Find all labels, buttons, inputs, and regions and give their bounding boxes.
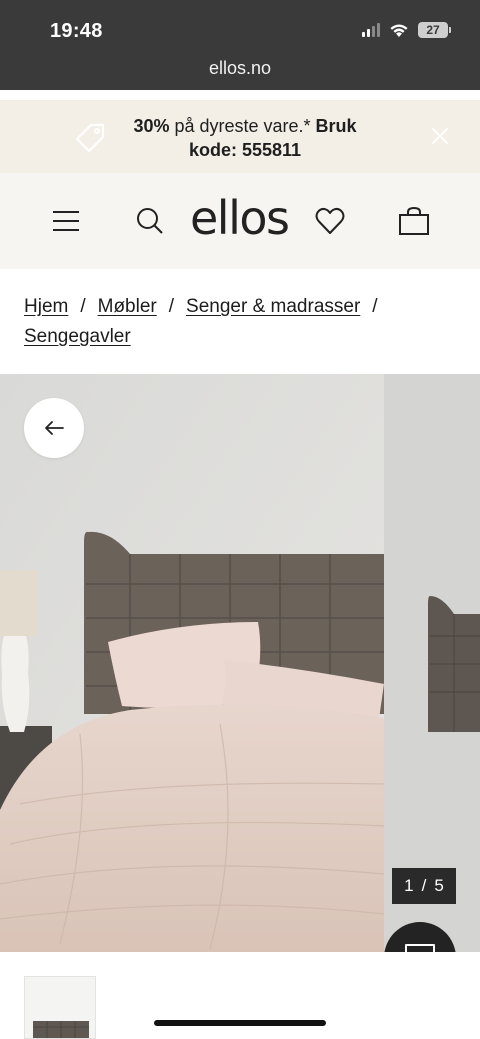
- promo-discount: 30%: [133, 116, 170, 136]
- breadcrumb-separator: /: [372, 296, 378, 317]
- browser-top-bar: 19:48 27 ellos.no: [0, 0, 480, 90]
- image-counter: 1 / 5: [392, 868, 456, 904]
- breadcrumb-separator: /: [80, 296, 86, 317]
- back-button[interactable]: [24, 398, 84, 458]
- promo-description: på dyreste vare.*: [169, 116, 316, 136]
- product-gallery[interactable]: 1 / 5: [0, 374, 480, 952]
- promo-text: 30% på dyreste vare.* Bruk kode: 555811: [130, 114, 360, 162]
- breadcrumb: Hjem / Møbler / Senger & madrasser / Sengegavl…: [24, 292, 464, 352]
- site-header: ellos: [0, 173, 480, 269]
- heart-icon[interactable]: [312, 203, 348, 239]
- close-icon[interactable]: [430, 126, 450, 146]
- status-icons: 27: [362, 22, 451, 38]
- status-time: 19:48: [50, 20, 103, 42]
- product-image[interactable]: [0, 374, 384, 952]
- tag-icon: [75, 123, 105, 152]
- counter-current: 1: [404, 876, 414, 895]
- chat-icon: [405, 944, 435, 952]
- breadcrumb-item-mobler[interactable]: Møbler: [98, 296, 157, 317]
- counter-total: 5: [434, 876, 444, 895]
- search-icon[interactable]: [132, 203, 168, 239]
- ellos-logo[interactable]: ellos: [190, 191, 290, 245]
- battery-level: 27: [426, 23, 440, 37]
- counter-separator: /: [421, 876, 427, 895]
- wifi-icon: [390, 24, 408, 37]
- next-product-image[interactable]: [384, 374, 480, 952]
- thumbnail-1[interactable]: [24, 976, 96, 1039]
- breadcrumb-item-home[interactable]: Hjem: [24, 296, 68, 317]
- signal-icon: [362, 23, 380, 37]
- url-bar[interactable]: ellos.no: [0, 58, 480, 79]
- home-indicator: [154, 1020, 326, 1026]
- battery-icon: 27: [418, 22, 451, 38]
- bag-icon[interactable]: [396, 203, 432, 239]
- arrow-left-icon: [45, 421, 64, 435]
- breadcrumb-item-sengegavler[interactable]: Sengegavler: [24, 326, 131, 347]
- menu-icon[interactable]: [48, 203, 84, 239]
- breadcrumb-item-senger[interactable]: Senger & madrasser: [186, 296, 360, 317]
- promo-banner[interactable]: 30% på dyreste vare.* Bruk kode: 555811: [0, 100, 480, 173]
- breadcrumb-separator: /: [168, 296, 175, 317]
